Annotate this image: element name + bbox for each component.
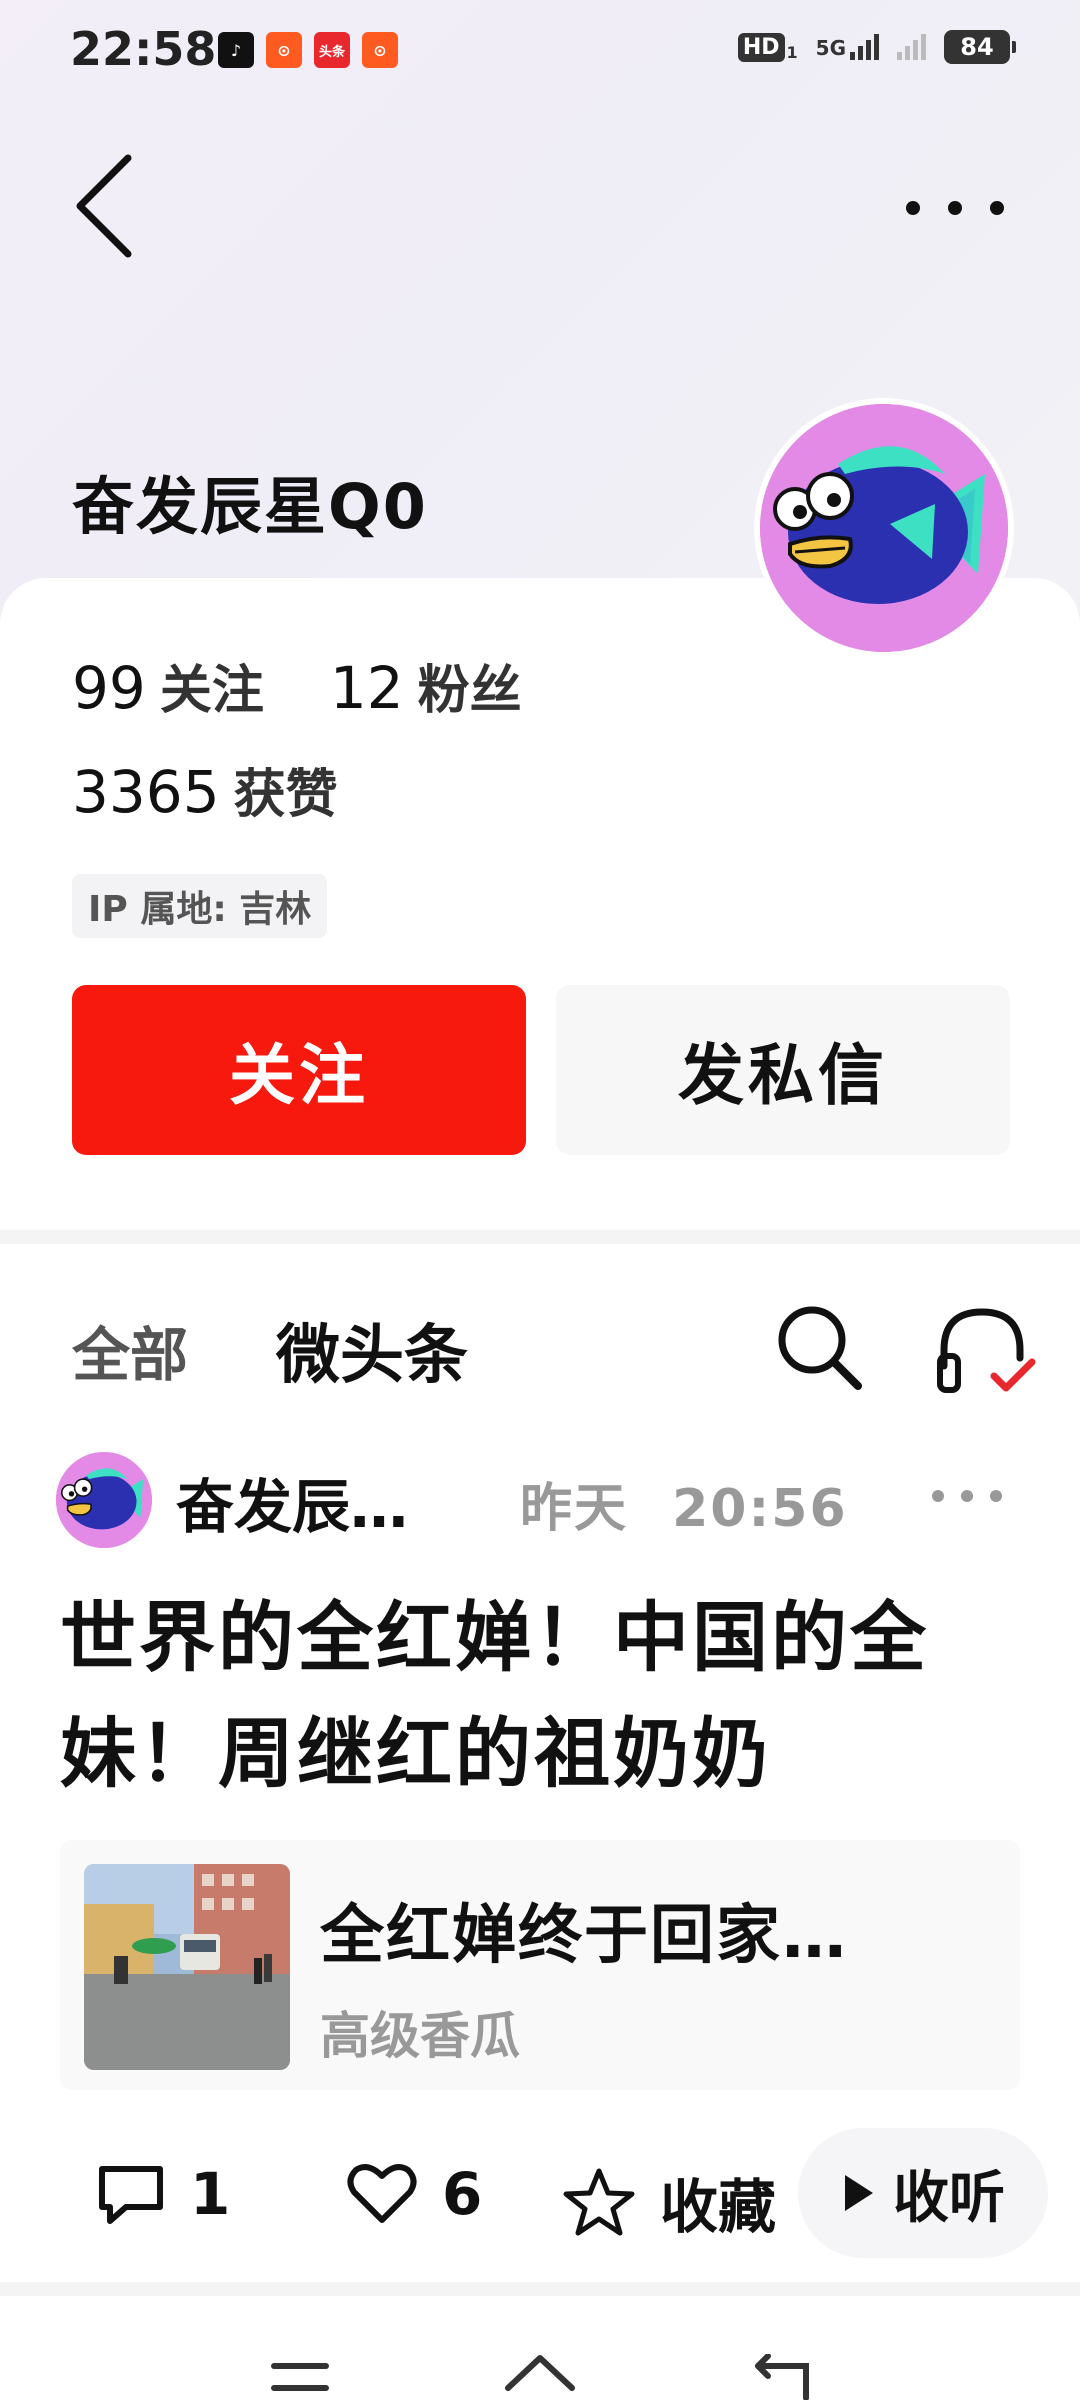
linked-article-card[interactable]: 全红婵终于回家… 高级香瓜 — [60, 1840, 1020, 2090]
network-type: 5G — [815, 36, 846, 60]
profile-name: 奋发辰星Q0 — [72, 470, 428, 543]
tab-micro-headlines[interactable]: 微头条 — [276, 1304, 468, 1396]
like-button[interactable]: 6 — [346, 2160, 482, 2228]
toutiao-icon: 头条 — [314, 32, 350, 68]
bottom-divider — [0, 2282, 1080, 2296]
tab-all[interactable]: 全部 — [72, 1308, 188, 1392]
listen-button[interactable]: 收听 — [798, 2128, 1048, 2258]
post-author-avatar[interactable] — [56, 1452, 152, 1548]
status-app-icons: ♪ ⊙ 头条 ⊙ — [218, 32, 398, 68]
comment-icon — [99, 2166, 163, 2224]
kuaishou-icon: ⊙ — [266, 32, 302, 68]
post-more-button[interactable] — [932, 1486, 1002, 1506]
likes-label: 获赞 — [233, 765, 338, 825]
kuaishou-icon: ⊙ — [362, 32, 398, 68]
back-nav-icon[interactable] — [748, 2354, 812, 2400]
following-label: 关注 — [159, 661, 264, 721]
following-stat[interactable]: 99 关注 — [72, 648, 264, 723]
followers-count: 12 — [329, 654, 404, 722]
likes-count: 3365 — [72, 758, 220, 826]
followers-stat[interactable]: 12 粉丝 — [330, 648, 522, 723]
dot — [932, 1490, 944, 1502]
street-photo-thumbnail — [84, 1864, 290, 2070]
system-nav-bar — [0, 2296, 1080, 2400]
dot — [961, 1490, 973, 1502]
article-thumbnail — [84, 1864, 290, 2070]
headphones-check-icon — [937, 1308, 1036, 1393]
post-title-line: 世界的全红婵！中国的全 — [60, 1593, 929, 1682]
hd-indicator: HD 1 — [737, 32, 798, 62]
message-button[interactable]: 发私信 — [556, 985, 1010, 1155]
sim-index: 1 — [786, 42, 798, 62]
post-date: 昨天 — [520, 1479, 629, 1539]
profile-avatar[interactable] — [754, 398, 1014, 658]
status-time: 22:58 — [70, 22, 217, 76]
article-title: 全红婵终于回家… — [320, 1899, 848, 1973]
fish-avatar-icon — [760, 404, 1008, 652]
search-button[interactable] — [772, 1300, 868, 1396]
dot — [990, 1490, 1002, 1502]
listen-label: 收听 — [893, 2165, 1005, 2231]
signal-bars-icon — [850, 34, 879, 60]
comment-count: 1 — [190, 2160, 231, 2228]
home-icon[interactable] — [502, 2352, 578, 2400]
listen-mode-button[interactable] — [932, 1300, 1038, 1396]
chevron-left-icon — [76, 154, 132, 258]
like-count: 6 — [442, 2160, 483, 2228]
signal-5g: 5G — [816, 34, 879, 60]
post-title[interactable]: 世界的全红婵！中国的全 妹！周继红的祖奶奶 — [60, 1580, 1030, 1812]
fish-avatar-icon — [56, 1452, 152, 1548]
post-author-name[interactable]: 奋发辰… — [176, 1460, 408, 1544]
status-bar: 22:58 ♪ ⊙ 头条 ⊙ HD 1 5G 84 — [0, 0, 1080, 110]
hd-badge: HD — [737, 32, 785, 62]
star-icon — [563, 2168, 635, 2236]
likes-stat: 3365 获赞 — [72, 752, 338, 827]
post-title-line: 妹！周继红的祖奶奶 — [60, 1709, 771, 1798]
followers-label: 粉丝 — [417, 661, 522, 721]
back-button[interactable] — [68, 150, 148, 260]
dot — [948, 201, 962, 215]
follow-button[interactable]: 关注 — [72, 985, 526, 1155]
play-icon — [845, 2175, 873, 2211]
post-timestamp: 昨天 20:56 — [520, 1466, 848, 1541]
section-divider — [0, 1230, 1080, 1244]
battery-icon: 84 — [944, 30, 1016, 64]
dot — [990, 201, 1004, 215]
following-count: 99 — [72, 654, 146, 722]
signal-bars-secondary-icon — [897, 34, 926, 60]
favorite-button[interactable]: 收藏 — [562, 2160, 776, 2244]
dot — [906, 201, 920, 215]
comment-button[interactable]: 1 — [96, 2160, 230, 2228]
menu-icon[interactable] — [268, 2358, 332, 2398]
more-options-button[interactable] — [900, 180, 1010, 236]
heart-icon — [347, 2164, 417, 2223]
article-source: 高级香瓜 — [320, 2007, 520, 2065]
post-time: 20:56 — [672, 1479, 848, 1539]
status-indicators: HD 1 5G 84 — [737, 30, 1016, 64]
douyin-icon: ♪ — [218, 32, 254, 68]
search-icon — [778, 1306, 862, 1390]
favorite-label: 收藏 — [660, 2173, 777, 2241]
ip-location-tag: IP 属地: 吉林 — [72, 874, 328, 938]
follow-stats: 99 关注 12 粉丝 — [72, 648, 522, 723]
